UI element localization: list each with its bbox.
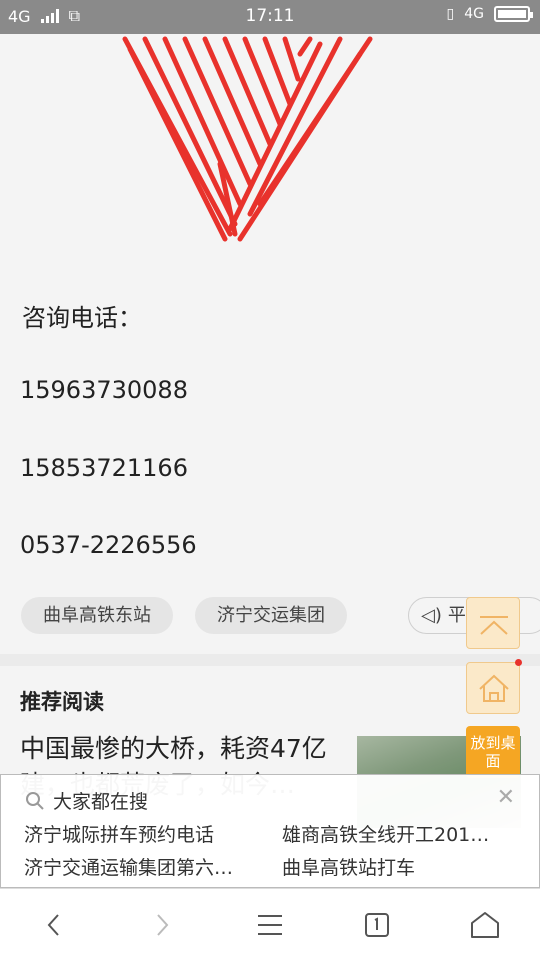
bottom-toolbar bbox=[0, 888, 540, 960]
home-button[interactable] bbox=[466, 659, 522, 714]
chevron-left-icon bbox=[47, 914, 59, 936]
add-to-desktop-button[interactable]: 放到桌面 bbox=[466, 726, 520, 778]
search-keyword[interactable]: 济宁城际拼车预约电话 bbox=[24, 820, 214, 847]
vibrate-icon: ▯ bbox=[446, 6, 455, 22]
tabs-button[interactable] bbox=[357, 907, 397, 943]
chevron-right-icon bbox=[157, 914, 169, 936]
chevron-up-icon bbox=[480, 616, 508, 635]
status-right: ▯ 4G bbox=[446, 6, 533, 22]
search-suggestions-panel: 大家都在搜 ✕ 济宁城际拼车预约电话 雄商高铁全线开工201… 济宁交通运输集团… bbox=[0, 774, 540, 888]
forward-button[interactable] bbox=[142, 907, 182, 943]
scroll-top-button[interactable] bbox=[466, 597, 520, 649]
home-nav-icon bbox=[471, 912, 499, 938]
tag-jining-transport[interactable]: 济宁交运集团 bbox=[195, 597, 347, 634]
menu-button[interactable] bbox=[250, 907, 290, 943]
search-head: 大家都在搜 bbox=[25, 787, 148, 814]
menu-icon bbox=[258, 915, 282, 935]
back-button[interactable] bbox=[34, 907, 74, 943]
status-bar: 4G ⧉ 17:11 ▯ 4G bbox=[0, 0, 540, 34]
page-content[interactable]: 咨询电话： 15963730088 15853721166 0537-22265… bbox=[0, 34, 540, 888]
search-icon bbox=[26, 791, 44, 810]
search-keyword[interactable]: 曲阜高铁站打车 bbox=[282, 853, 415, 880]
search-keyword[interactable]: 雄商高铁全线开工201… bbox=[282, 820, 489, 847]
notification-dot bbox=[515, 659, 522, 666]
recommend-title: 推荐阅读 bbox=[20, 690, 104, 714]
phone-number-3[interactable]: 0537-2226556 bbox=[20, 531, 197, 559]
phone-number-2[interactable]: 15853721166 bbox=[20, 454, 188, 482]
battery-icon bbox=[494, 6, 533, 22]
speaker-icon: ◁) bbox=[421, 605, 442, 626]
phone-number-1[interactable]: 15963730088 bbox=[20, 376, 188, 404]
search-title: 大家都在搜 bbox=[53, 791, 149, 813]
home-icon bbox=[479, 674, 509, 702]
tabs-icon bbox=[365, 913, 389, 937]
heart-logo-image bbox=[122, 36, 373, 242]
consult-label: 咨询电话： bbox=[22, 304, 142, 332]
close-icon[interactable]: ✕ bbox=[497, 785, 515, 810]
network-type-right: 4G bbox=[464, 6, 484, 22]
section-divider bbox=[0, 654, 540, 666]
tag-qufu-station[interactable]: 曲阜高铁东站 bbox=[21, 597, 173, 634]
home-nav-button[interactable] bbox=[465, 907, 505, 943]
search-keyword[interactable]: 济宁交通运输集团第六… bbox=[24, 853, 233, 880]
